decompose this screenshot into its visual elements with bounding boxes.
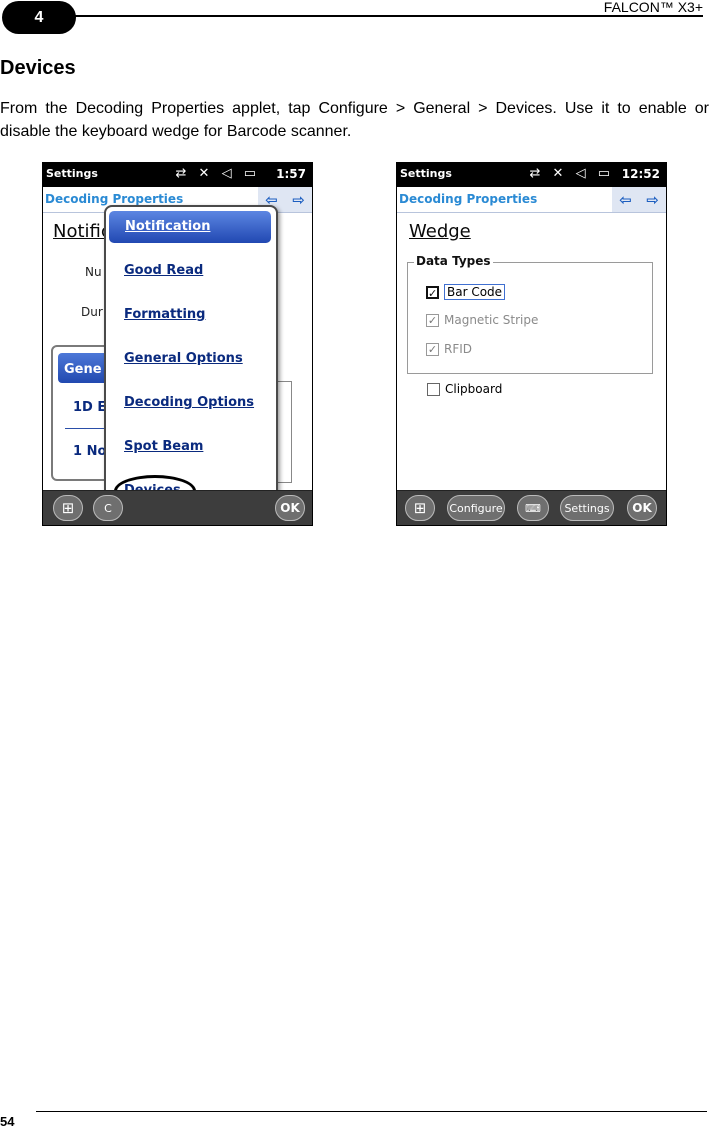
configure-button[interactable]: C [93, 495, 123, 521]
arrow-right-icon[interactable]: ⇨ [292, 191, 305, 209]
soft-key-bar: ⊞ Configure ⌨ Settings OK [397, 490, 666, 525]
status-title: Settings [400, 167, 452, 180]
status-icons: ⇄ ✕ ◁ ▭ [529, 166, 614, 181]
settings-button[interactable]: Settings [560, 495, 614, 521]
start-button[interactable]: ⊞ [53, 495, 83, 521]
menu-item-good-read[interactable]: Good Read [124, 263, 203, 278]
status-bar: Settings ⇄ ✕ ◁ ▭ 1:57 [43, 163, 312, 187]
page-heading: Notific [53, 221, 111, 242]
background-menu-1d[interactable]: 1D E [73, 400, 106, 415]
keyboard-icon: ⌨ [525, 501, 541, 515]
option-bar-code[interactable]: ✓ Bar Code [426, 284, 506, 300]
label-duration: Dur [81, 305, 103, 319]
windows-icon: ⊞ [413, 499, 427, 517]
configure-button[interactable]: Configure [447, 495, 505, 521]
label-number: Nu [85, 265, 102, 279]
checkbox-icon[interactable]: ✓ [426, 342, 439, 356]
option-label: Bar Code [444, 284, 506, 300]
status-icons: ⇄ ✕ ◁ ▭ [175, 166, 260, 181]
option-magnetic-stripe[interactable]: ✓ Magnetic Stripe [426, 313, 538, 327]
checkbox-icon[interactable]: ✓ [426, 285, 439, 299]
ok-button[interactable]: OK [627, 495, 657, 521]
section-title: Devices [0, 57, 76, 79]
body-paragraph: From the Decoding Properties applet, tap… [0, 100, 709, 140]
windows-icon: ⊞ [61, 499, 75, 517]
page-number: 54 [0, 1114, 15, 1129]
option-clipboard[interactable]: Clipboard [427, 382, 502, 396]
option-label: Clipboard [445, 382, 503, 396]
menu-item-decoding-options[interactable]: Decoding Options [124, 395, 254, 410]
status-title: Settings [46, 167, 98, 180]
option-rfid[interactable]: ✓ RFID [426, 342, 472, 356]
page-heading: Wedge [409, 221, 471, 242]
header-rule [74, 15, 703, 17]
option-label: RFID [444, 342, 473, 356]
status-bar: Settings ⇄ ✕ ◁ ▭ 12:52 [397, 163, 666, 187]
ok-button[interactable]: OK [275, 495, 305, 521]
status-time: 1:57 [276, 167, 306, 181]
background-menu-1no[interactable]: 1 No [73, 444, 106, 459]
app-title: Decoding Properties [45, 192, 184, 206]
soft-key-bar: ⊞ C OK [43, 490, 312, 525]
data-types-group: Data Types ✓ Bar Code ✓ Magnetic Stripe … [407, 254, 653, 374]
status-time: 12:52 [621, 167, 660, 181]
chapter-number: 4 [2, 1, 76, 34]
checkbox-icon[interactable]: ✓ [426, 313, 439, 327]
app-bar: Decoding Properties ⇦ ⇨ [397, 187, 666, 213]
general-submenu: Notification Good Read Formatting Genera… [104, 205, 278, 521]
menu-item-formatting[interactable]: Formatting [124, 307, 205, 322]
keyboard-button[interactable]: ⌨ [517, 495, 549, 521]
app-title: Decoding Properties [399, 192, 538, 206]
start-button[interactable]: ⊞ [405, 495, 435, 521]
group-title: Data Types [414, 254, 493, 268]
nav-arrows: ⇦ ⇨ [612, 187, 666, 212]
screenshot-wedge-settings: Settings ⇄ ✕ ◁ ▭ 12:52 Decoding Properti… [396, 162, 667, 526]
screenshot-devices-menu: Settings ⇄ ✕ ◁ ▭ 1:57 Decoding Propertie… [42, 162, 313, 526]
checkbox-icon[interactable] [427, 382, 440, 396]
menu-item-spot-beam[interactable]: Spot Beam [124, 439, 203, 454]
arrow-left-icon[interactable]: ⇦ [619, 191, 632, 209]
menu-item-notification[interactable]: Notification [109, 211, 271, 243]
footer-rule [36, 1111, 707, 1112]
menu-item-general-options[interactable]: General Options [124, 351, 243, 366]
product-name: FALCON™ X3+ [603, 0, 703, 15]
option-label: Magnetic Stripe [444, 313, 539, 327]
arrow-right-icon[interactable]: ⇨ [646, 191, 659, 209]
